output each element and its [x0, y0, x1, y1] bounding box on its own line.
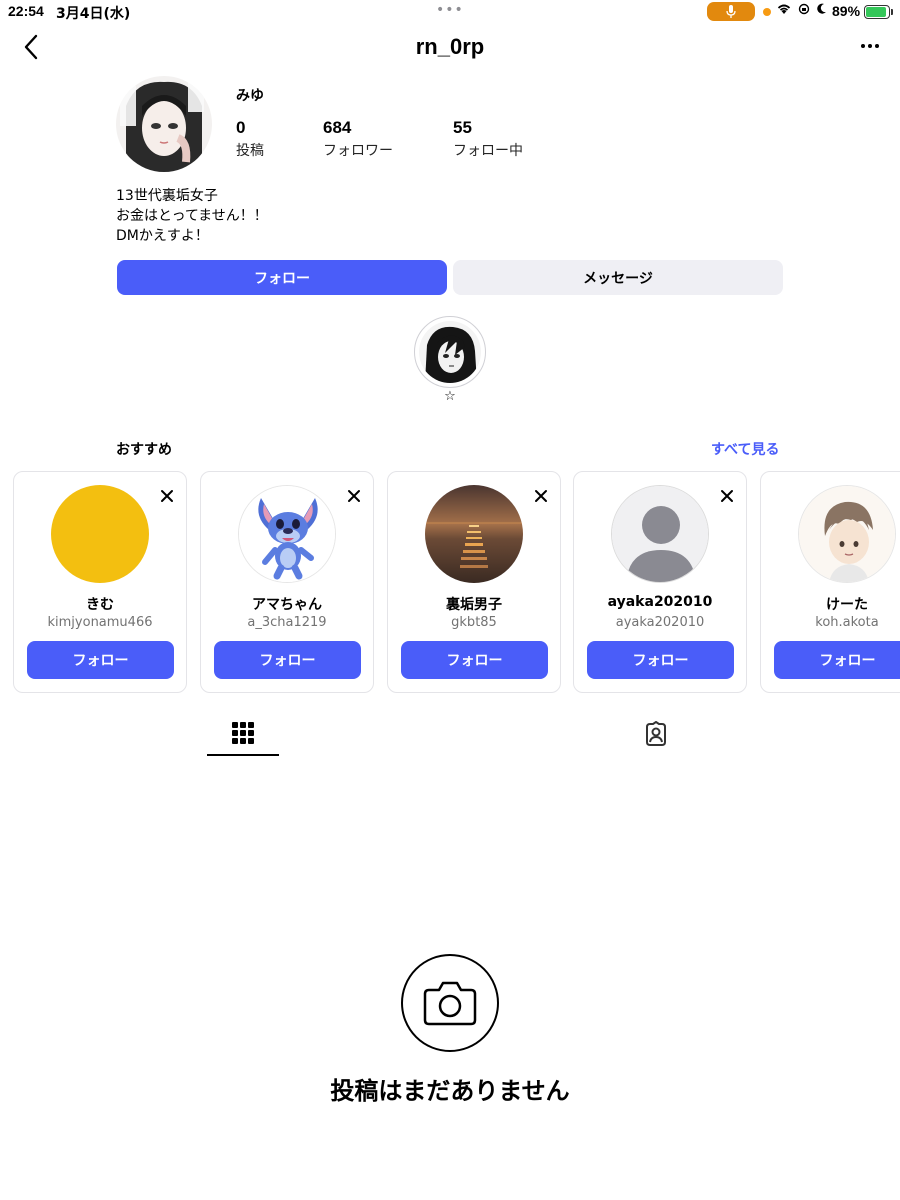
- suggestion-avatar[interactable]: [798, 485, 896, 583]
- bio-line: お金はとってません！！: [116, 208, 268, 224]
- microphone-icon: [707, 2, 755, 21]
- stat-followers-label: フォロワー: [323, 143, 393, 159]
- status-date: 3月4日(水): [56, 6, 131, 22]
- dismiss-suggestion-button[interactable]: [347, 488, 361, 502]
- see-all-link[interactable]: すべて見る: [711, 439, 779, 459]
- stat-following[interactable]: 55 フォロー中: [453, 118, 523, 160]
- highlight-label: ☆: [444, 389, 456, 404]
- battery-icon: [864, 5, 890, 19]
- grid-icon: [232, 722, 254, 744]
- stat-following-value: 55: [453, 118, 472, 137]
- suggestion-name[interactable]: アマちゃん: [201, 594, 373, 614]
- profile-bio: 13世代裏垢女子 お金はとってません！！ DMかえすよ！: [116, 186, 268, 246]
- suggestion-card[interactable]: ayaka202010 ayaka202010 フォロー: [573, 471, 747, 693]
- suggestion-handle: a_3cha1219: [247, 615, 327, 630]
- suggestion-name[interactable]: きむ: [14, 594, 186, 614]
- ellipsis-icon: [861, 44, 865, 48]
- tab-tagged[interactable]: [620, 712, 692, 756]
- suggestion-follow-button[interactable]: フォロー: [27, 641, 174, 679]
- suggestion-avatar[interactable]: [425, 485, 523, 583]
- dismiss-suggestion-button[interactable]: [720, 488, 734, 502]
- empty-state-text: 投稿はまだありません: [330, 1077, 570, 1105]
- suggestion-follow-button[interactable]: フォロー: [214, 641, 361, 679]
- camera-icon: [423, 981, 477, 1026]
- bio-line: DMかえすよ！: [116, 228, 209, 244]
- suggestions-title: おすすめ: [116, 442, 172, 458]
- more-options-button[interactable]: [856, 36, 884, 56]
- suggestion-handle: gkbt85: [451, 615, 497, 630]
- stat-followers[interactable]: 684 フォロワー: [323, 118, 393, 160]
- suggestion-handle: ayaka202010: [615, 615, 705, 630]
- dismiss-suggestion-button[interactable]: [534, 488, 548, 502]
- suggestion-card[interactable]: きむ kimjyonamu466 フォロー: [13, 471, 187, 693]
- orientation-lock-icon: [798, 3, 810, 15]
- close-icon: [348, 490, 360, 502]
- wifi-icon: [777, 4, 791, 14]
- profile-avatar[interactable]: [116, 76, 212, 172]
- privacy-indicator-dot: [763, 8, 771, 16]
- suggestion-card[interactable]: 裏垢男子 gkbt85 フォロー: [387, 471, 561, 693]
- highlight-cover: [419, 321, 481, 383]
- follow-button[interactable]: フォロー: [117, 260, 447, 295]
- suggestion-handle: koh.akota: [815, 615, 879, 630]
- suggestion-name[interactable]: ayaka202010: [574, 594, 746, 610]
- default-avatar-icon[interactable]: [611, 485, 709, 583]
- close-icon: [721, 490, 733, 502]
- dismiss-suggestion-button[interactable]: [160, 488, 174, 502]
- bio-line: 13世代裏垢女子: [116, 188, 218, 204]
- tab-posts-grid[interactable]: [207, 712, 279, 756]
- suggestion-name[interactable]: 裏垢男子: [388, 594, 560, 614]
- empty-state-camera: [401, 954, 499, 1052]
- stat-posts-value: 0: [236, 118, 246, 137]
- stat-posts-label: 投稿: [236, 143, 264, 159]
- suggestion-card[interactable]: アマちゃん a_3cha1219 フォロー: [200, 471, 374, 693]
- status-bar: 22:54 3月4日(水) ••• 89%: [0, 0, 900, 24]
- suggestion-follow-button[interactable]: フォロー: [774, 641, 900, 679]
- page-title: rn_0rp: [415, 34, 485, 59]
- message-button[interactable]: メッセージ: [453, 260, 783, 295]
- stat-followers-value: 684: [323, 118, 352, 137]
- battery-percentage: 89%: [832, 3, 861, 19]
- suggestion-handle: kimjyonamu466: [47, 615, 153, 630]
- moon-icon: [817, 3, 826, 14]
- close-icon: [161, 490, 173, 502]
- status-time: 22:54: [8, 3, 44, 19]
- stat-following-label: フォロー中: [453, 143, 523, 159]
- suggestion-avatar[interactable]: [51, 485, 149, 583]
- suggestion-card[interactable]: けーた koh.akota フォロー: [760, 471, 900, 693]
- tagged-person-icon: [646, 721, 666, 746]
- stat-posts[interactable]: 0 投稿: [236, 118, 264, 160]
- display-name: みゆ: [236, 88, 264, 104]
- suggestion-follow-button[interactable]: フォロー: [587, 641, 734, 679]
- suggestion-follow-button[interactable]: フォロー: [401, 641, 548, 679]
- suggestion-avatar[interactable]: [238, 485, 336, 583]
- story-highlight[interactable]: [414, 316, 486, 388]
- close-icon: [535, 490, 547, 502]
- multitasking-dots-icon[interactable]: •••: [436, 2, 464, 18]
- suggestion-name[interactable]: けーた: [761, 594, 900, 614]
